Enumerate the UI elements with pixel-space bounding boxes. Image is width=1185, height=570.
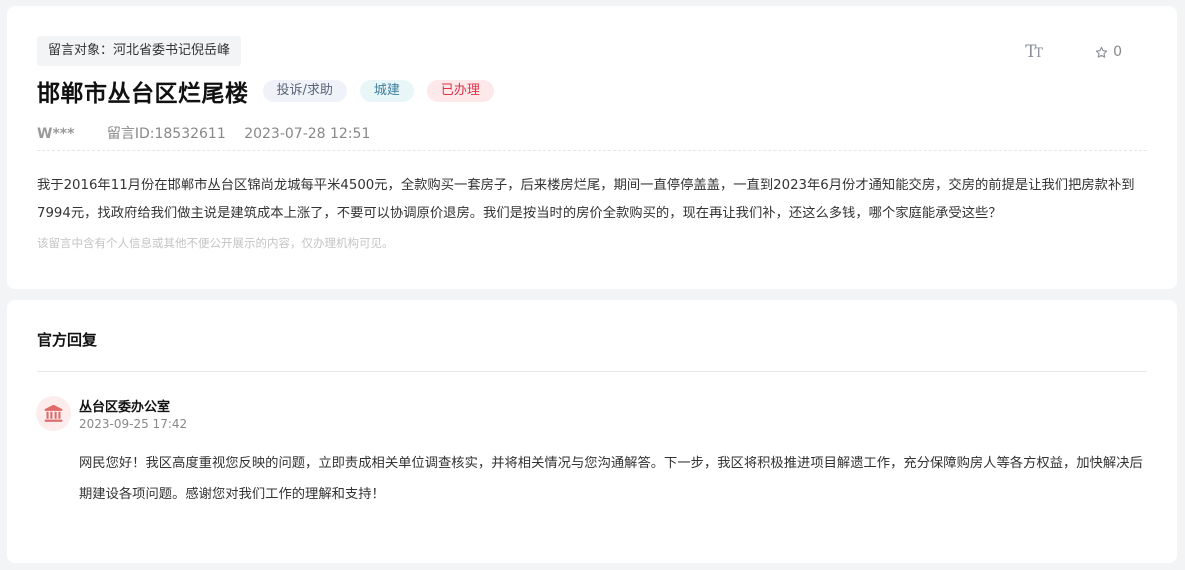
- posted-time: 2023-07-28 12:51: [244, 126, 371, 142]
- message-target[interactable]: 留言对象：河北省委书记倪岳峰: [37, 36, 242, 66]
- message-meta: W*** 留言ID:18532611 2023-07-28 12:51: [37, 123, 370, 143]
- message-id: 留言ID:18532611: [106, 126, 226, 142]
- divider: [37, 150, 1147, 151]
- government-building-icon: [44, 404, 63, 422]
- star-icon: [1095, 46, 1108, 58]
- privacy-notice: 该留言中含有个人信息或其他不便公开展示的内容，仅办理机构可见。: [37, 236, 394, 250]
- favorite-count: 0: [1113, 44, 1122, 60]
- favorite-button[interactable]: 0: [1095, 44, 1122, 60]
- font-size-small-glyph: T: [1034, 46, 1043, 61]
- reply-org-name: 丛台区委办公室: [79, 400, 171, 415]
- status-badge: 已办理: [426, 80, 494, 102]
- reply-heading: 官方回复: [37, 331, 98, 349]
- author-name: W***: [37, 126, 75, 142]
- reply-card: 官方回复 丛台区委办公室 2023-09-25 17:42 网民您好！我区高度重…: [7, 300, 1177, 563]
- message-content: 我于2016年11月份在邯郸市丛台区锦尚龙城每平米4500元，全款购买一套房子，…: [37, 178, 1135, 221]
- reply-content: 网民您好！我区高度重视您反映的问题，立即责成相关单位调查核实，并将相关情况与您沟…: [79, 456, 1143, 502]
- title-row: 邯郸市丛台区烂尾楼 投诉/求助 城建 已办理: [37, 74, 507, 108]
- divider: [37, 371, 1147, 372]
- reply-time: 2023-09-25 17:42: [79, 417, 188, 431]
- tag-category: 城建: [359, 80, 414, 102]
- font-size-large-glyph: T: [1025, 42, 1036, 62]
- page-title: 邯郸市丛台区烂尾楼: [37, 81, 249, 107]
- avatar: [36, 396, 71, 431]
- message-card: 留言对象：河北省委书记倪岳峰 TT 0 邯郸市丛台区烂尾楼 投诉/求助 城建 已…: [7, 6, 1177, 289]
- tag-type: 投诉/求助: [262, 80, 347, 102]
- message-tools: TT 0: [1025, 42, 1122, 62]
- font-size-icon[interactable]: TT: [1025, 42, 1043, 62]
